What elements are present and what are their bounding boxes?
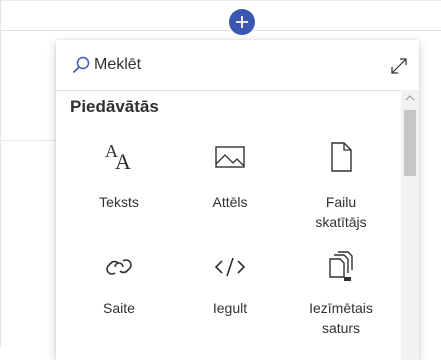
svg-text:A: A [115,149,131,174]
tile-embed[interactable]: Iegult [180,250,280,318]
text-icon: A A [105,141,131,174]
scroll-up-button[interactable] [401,90,419,106]
scrollbar[interactable] [401,90,419,360]
tile-highlighted-content[interactable]: Iezīmētais saturs [291,250,391,338]
section-divider-bottom [0,140,60,141]
embed-icon [214,257,246,277]
highlighted-content-icon [329,251,353,281]
search-input[interactable] [94,52,374,78]
chevron-up-icon [405,95,415,101]
tile-text[interactable]: A A Teksts [69,140,169,212]
tile-label: Teksts [99,194,139,210]
top-divider [0,0,441,1]
link-icon [106,259,132,275]
web-part-picker-panel: Piedāvātās A A Teksts Attēls Failu skatī… [56,40,419,360]
image-icon [215,146,245,168]
file-viewer-icon [331,142,352,172]
search-bar [56,40,419,91]
tile-label: Saite [103,300,135,316]
left-divider [0,0,1,347]
tile-label: Attēls [212,194,248,210]
search-icon [72,56,90,74]
section-title: Piedāvātās [70,97,159,116]
tile-file-viewer[interactable]: Failu skatītājs [291,140,391,232]
section-divider [0,30,441,31]
tile-link[interactable]: Saite [69,250,169,318]
tile-label: Failu skatītājs [315,194,367,230]
add-section-button[interactable] [229,9,255,35]
scrollbar-thumb[interactable] [404,110,416,176]
tile-image[interactable]: Attēls [180,140,280,212]
expand-icon[interactable] [389,56,409,76]
tile-label: Iegult [212,300,248,316]
tile-label: Iezīmētais saturs [309,300,373,336]
plus-icon [236,16,248,28]
